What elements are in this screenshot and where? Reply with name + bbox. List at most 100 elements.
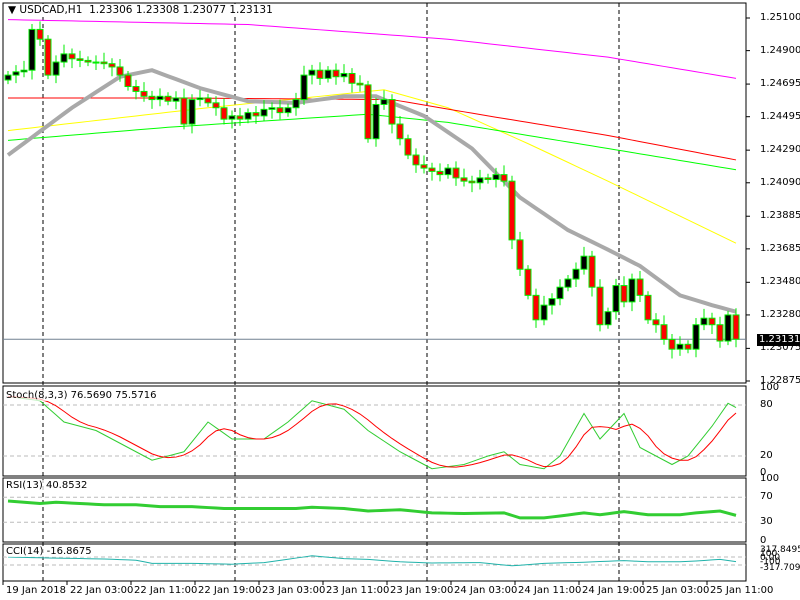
bull-candle [380,99,388,105]
bear-candle [36,28,44,40]
chart-title: ▼ USDCAD,H1 1.23306 1.23308 1.23077 1.23… [6,4,275,16]
bull-candle [292,99,300,109]
price-axis-label: 1.25100 [760,12,800,23]
stoch-axis-label: 80 [760,399,773,410]
bear-candle [316,69,324,79]
bull-candle [580,255,588,270]
bear-candle [652,319,660,326]
bear-candle [596,286,604,326]
bull-candle [28,28,36,71]
bear-candle [404,138,412,156]
bull-candle [284,107,292,114]
price-axis-label: 1.24900 [760,44,800,56]
bear-candle [708,317,716,326]
bull-candle [172,97,180,102]
bear-candle [500,174,508,182]
bear-candle [668,338,676,350]
bear-candle [140,90,148,97]
bear-candle [180,97,188,125]
bull-candle [604,311,612,326]
bull-candle [4,74,12,81]
price-axis-label: 1.24090 [760,176,800,188]
price-axis-label: 1.23480 [760,276,800,288]
bull-candle [188,99,196,125]
time-axis-label: 23 Jan 11:00 [326,585,390,596]
bear-candle [524,268,532,296]
bull-candle [340,72,348,78]
bull-candle [444,167,452,176]
price-axis-label: 1.23075 [760,342,800,354]
bull-candle [260,108,268,117]
rsi-axis-label: 70 [760,491,773,503]
bear-candle [132,86,140,92]
bear-candle [332,69,340,78]
bear-candle [364,84,372,140]
bull-candle [700,317,708,326]
stoch-label: Stoch(8,3,3) 76.5690 75.5716 [6,390,157,401]
time-axis-label: 25 Jan 03:00 [646,585,710,596]
bear-candle [276,107,284,114]
bear-candle [468,180,476,184]
bull-candle [612,285,620,313]
rsi-axis-label: 30 [760,516,773,528]
bear-candle [164,95,172,102]
bull-candle [572,268,580,280]
bear-candle [732,314,740,340]
bear-candle [84,59,92,63]
time-axis-label: 23 Jan 19:00 [390,585,454,596]
symbol-label: USDCAD,H1 [19,4,83,16]
bear-candle [148,95,156,101]
time-axis-label: 25 Jan 11:00 [710,585,774,596]
bear-candle [348,72,356,84]
bear-candle [220,107,228,120]
time-axis-label: 22 Jan 03:00 [70,585,134,596]
bull-candle [492,174,500,181]
price-axis-label: 1.23280 [760,308,800,320]
bull-candle [156,95,164,101]
triangle-down-icon[interactable]: ▼ [8,4,16,16]
bull-candle [20,69,28,73]
bull-candle [564,278,572,288]
bull-candle [268,107,276,110]
bear-candle [212,102,220,109]
bear-candle [420,164,428,169]
bear-candle [660,324,668,340]
bull-candle [60,53,68,63]
main-panel [2,2,747,384]
bear-candle [452,167,460,179]
time-axis-label: 22 Jan 11:00 [134,585,198,596]
bear-candle [124,74,132,88]
bear-candle [44,38,52,76]
bull-candle [692,324,700,350]
price-axis-label: 1.24495 [760,110,800,122]
time-axis-label: 19 Jan 2018 [6,585,66,596]
bear-candle [76,58,84,61]
bear-candle [388,99,396,125]
time-axis-label: 24 Jan 19:00 [582,585,646,596]
bear-candle [236,115,244,120]
bear-candle [484,177,492,181]
time-axis-label: 24 Jan 11:00 [518,585,582,596]
cci-label: CCI(14) -16.8675 [6,546,92,557]
cci-panel [2,543,747,582]
bear-candle [428,167,436,172]
bear-candle [532,294,540,321]
time-axis-label: 24 Jan 03:00 [454,585,518,596]
bull-candle [300,74,308,101]
time-axis-label: 23 Jan 03:00 [262,585,326,596]
stoch-axis-label: 100 [760,382,780,393]
low-value: 1.23077 [182,4,227,16]
bear-candle [116,66,124,76]
chart-canvas[interactable] [0,0,800,600]
bear-candle [252,112,260,117]
bear-candle [412,154,420,166]
bear-candle [108,63,116,68]
rsi-axis-label: 100 [760,472,780,484]
bull-candle [228,115,236,120]
price-axis-label: 1.23885 [760,210,800,222]
bear-candle [356,82,364,86]
bear-candle [436,170,444,176]
bull-candle [12,71,20,76]
bear-candle [644,294,652,321]
bear-candle [100,61,108,65]
